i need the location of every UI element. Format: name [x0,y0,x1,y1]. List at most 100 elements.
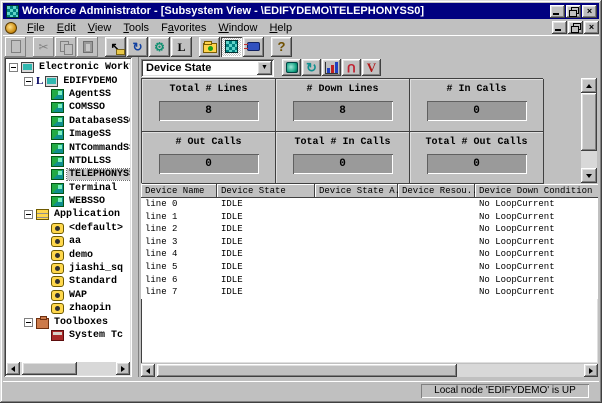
chart-button[interactable] [322,59,341,76]
tree-scroll-right-button[interactable] [116,362,130,375]
copy-button[interactable] [55,37,76,57]
table-cell: line 5 [141,261,217,274]
tree-horizontal-scrollbar[interactable] [6,362,130,375]
tree-item-telephonyss0[interactable]: TELEPHONYSS0 [6,168,130,181]
tree-item-electronic-workfor[interactable]: Electronic Workfor [6,61,130,74]
tree-item--default-[interactable]: <default> [6,222,130,235]
help-button[interactable]: ? [271,37,292,57]
table-row[interactable]: line 2IDLENo LoopCurrent [141,223,598,236]
stats-vertical-scrollbar[interactable] [581,78,597,183]
services-button[interactable]: ⚙ [149,37,170,57]
mdi-minimize-button[interactable] [552,21,567,34]
tree-item-jiashi-sq[interactable]: jiashi_sq [6,262,130,275]
minimize-button[interactable] [550,5,565,18]
view-refresh-button[interactable]: ↻ [302,59,321,76]
table-row[interactable]: line 0IDLENo LoopCurrent [141,198,598,211]
expand-minus-icon[interactable] [24,77,33,86]
tree-item-imagess[interactable]: ImageSS [6,128,130,141]
table-cell: No LoopCurrent [475,211,598,224]
tree-item-system-tc[interactable]: System Tc [6,329,130,342]
table-row[interactable]: line 3IDLENo LoopCurrent [141,236,598,249]
connection-button[interactable] [243,37,264,57]
open-folder-button[interactable] [199,37,220,57]
device-monitor-button[interactable] [282,59,301,76]
tree-scroll-left-button[interactable] [6,362,20,375]
tree-item-ntcommandss[interactable]: NTCommandSS [6,141,130,154]
table-cell: No LoopCurrent [475,274,598,287]
tree-item-label: DatabaseSSO [67,116,130,127]
tree-item-terminal[interactable]: Terminal [6,182,130,195]
chevron-down-icon[interactable]: ▼ [257,61,272,75]
cut-button[interactable]: ✂ [33,37,54,57]
expand-minus-icon[interactable] [24,318,33,327]
tree-item-application[interactable]: Application [6,208,130,221]
table-row[interactable]: line 1IDLENo LoopCurrent [141,211,598,224]
table-row[interactable]: line 4IDLENo LoopCurrent [141,248,598,261]
menu-file[interactable]: File [21,21,51,35]
menu-help[interactable]: Help [263,21,298,35]
table-row[interactable]: line 6IDLENo LoopCurrent [141,274,598,287]
tree-item-zhaopin[interactable]: zhaopin [6,302,130,315]
subsystem-view-button[interactable] [221,37,242,57]
close-button[interactable]: × [582,5,597,18]
stats-scroll-thumb[interactable] [581,93,597,151]
stats-scroll-up-button[interactable] [581,78,597,93]
table-cell [315,223,398,236]
new-document-button[interactable] [5,37,26,57]
menu-view[interactable]: View [82,21,118,35]
expand-minus-icon[interactable] [9,63,18,72]
subsystem-icon [51,89,64,100]
magnet-button[interactable]: U [342,59,361,76]
tree-item-label: Application [52,209,122,220]
table-cell: IDLE [217,274,315,287]
appitem-icon [51,236,64,247]
tree-item-toolboxes[interactable]: Toolboxes [6,315,130,328]
tree-item-edifydemo[interactable]: LEDIFYDEMO [6,74,130,87]
column-header-device-resou-[interactable]: Device Resou... [398,184,475,198]
subsystem-icon [51,102,64,113]
menu-window[interactable]: Window [212,21,263,35]
view-select[interactable]: Device State ▼ [141,59,274,77]
refresh-button[interactable]: ↻ [127,37,148,57]
table-scroll-right-button[interactable] [584,364,598,377]
tree-item-aa[interactable]: aa [6,235,130,248]
menu-favorites[interactable]: Favorites [155,21,212,35]
table-scroll-left-button[interactable] [141,364,155,377]
menu-edit[interactable]: Edit [51,21,82,35]
tree-item-standard[interactable]: Standard [6,275,130,288]
table-scroll-thumb[interactable] [157,364,457,377]
stat-label: Total # In Calls [276,137,409,148]
table-row[interactable]: line 7IDLENo LoopCurrent [141,286,598,299]
column-header-device-down-condition[interactable]: Device Down Condition [475,184,598,198]
restore-button[interactable] [566,5,581,18]
table-cell: line 4 [141,248,217,261]
paste-button[interactable] [77,37,98,57]
column-header-device-name[interactable]: Device Name [141,184,217,198]
tree-item-databasesso[interactable]: DatabaseSSO [6,115,130,128]
node-prefix: L [36,75,43,87]
stat--out-calls: # Out Calls0 [142,132,276,185]
computer-icon [21,62,34,73]
table-cell: line 3 [141,236,217,249]
tree-item-websso[interactable]: WEBSSO [6,195,130,208]
tree-scroll-thumb[interactable] [22,362,77,375]
column-header-device-state-a-[interactable]: Device State A... [315,184,398,198]
table-horizontal-scrollbar[interactable] [141,364,598,377]
mdi-restore-button[interactable] [568,21,583,34]
log-tool-button[interactable]: L [171,37,192,57]
tree-item-ntdllss[interactable]: NTDLLSS [6,155,130,168]
tree-item-wap[interactable]: WAP [6,289,130,302]
table-row[interactable]: line 5IDLENo LoopCurrent [141,261,598,274]
pointer-tool-button[interactable]: ↖ [105,37,126,57]
refresh-icon: ↻ [132,41,142,53]
tree-item-comsso[interactable]: COMSSO [6,101,130,114]
expand-minus-icon[interactable] [24,210,33,219]
stats-scroll-down-button[interactable] [581,168,597,183]
mdi-close-button[interactable]: × [584,21,599,34]
table-cell [398,198,475,211]
tree-item-agentss[interactable]: AgentSS [6,88,130,101]
menu-tools[interactable]: Tools [117,21,155,35]
validate-button[interactable]: V [362,59,381,76]
tree-item-demo[interactable]: demo [6,248,130,261]
column-header-device-state[interactable]: Device State [217,184,315,198]
